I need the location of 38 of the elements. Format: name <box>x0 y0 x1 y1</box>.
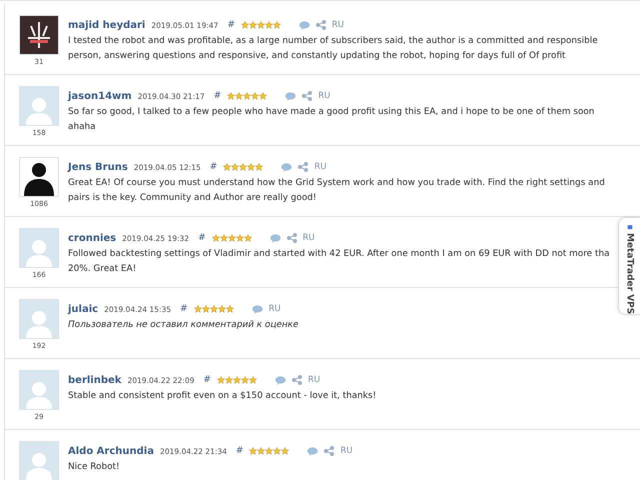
review-text: So far so good, I talked to a few people who have made a good profit using this EA, and i hope to be one of them soon ahaha <box>68 106 596 134</box>
comment-icon[interactable] <box>285 92 296 100</box>
user-name[interactable]: berlinbek <box>68 374 122 386</box>
permalink[interactable]: # <box>203 375 211 385</box>
review-text: Great EA! Of course you must understand how the Grid System work and how you trade with. Find the right settings and pairs is the key. Community and Author are really good! <box>68 177 606 204</box>
permalink[interactable]: # <box>210 162 218 172</box>
avatar-icon[interactable] <box>19 157 59 197</box>
comment-icon[interactable] <box>270 234 281 242</box>
share-icon[interactable] <box>316 20 326 30</box>
review-text: Пользователь не оставил комментарий к оценке <box>68 319 300 332</box>
permalink[interactable]: # <box>227 20 235 30</box>
user-name[interactable]: Aldo Archundia <box>68 446 154 456</box>
share-icon[interactable] <box>302 91 312 101</box>
review-text: Followed backtesting settings of Vladimir and started with 42 EUR. After one month I am on 69 EUR with DD not more tha 20%. Great EA! <box>68 248 611 276</box>
share-icon[interactable] <box>298 162 308 172</box>
avatar-photo[interactable] <box>19 15 59 55</box>
user-name[interactable]: majid heydari <box>68 20 146 30</box>
side-tab[interactable]: MetaTrader VPS <box>618 217 640 315</box>
comment-icon[interactable] <box>281 162 292 172</box>
review-text: Stable and consistent profit even on a $150 account - love it, thanks! <box>68 390 378 403</box>
review-text: Nice Robot! <box>68 461 121 474</box>
share-icon[interactable] <box>324 446 334 456</box>
user-name[interactable]: cronnies <box>68 232 116 244</box>
user-name[interactable]: jason14wm <box>68 90 132 102</box>
user-name[interactable]: Jens Bruns <box>68 162 128 172</box>
vps-icon <box>624 224 634 230</box>
share-icon[interactable] <box>286 233 297 243</box>
permalink[interactable]: # <box>236 446 244 456</box>
user-name[interactable]: julaic <box>68 304 98 314</box>
permalink[interactable]: # <box>214 91 222 101</box>
permalink[interactable]: # <box>180 304 188 314</box>
review-text: I tested the robot and was profitable, as a large number of subscribers said, the author is a committed and responsible person, answering questions and responsive, and constantly updating the robot, hoping for days full of Of profit <box>68 35 599 62</box>
comment-icon[interactable] <box>252 304 263 314</box>
permalink[interactable]: # <box>198 233 206 243</box>
comment-icon[interactable] <box>307 446 318 456</box>
comment-icon[interactable] <box>298 20 310 30</box>
share-icon[interactable] <box>292 375 302 385</box>
comment-icon[interactable] <box>274 376 286 384</box>
